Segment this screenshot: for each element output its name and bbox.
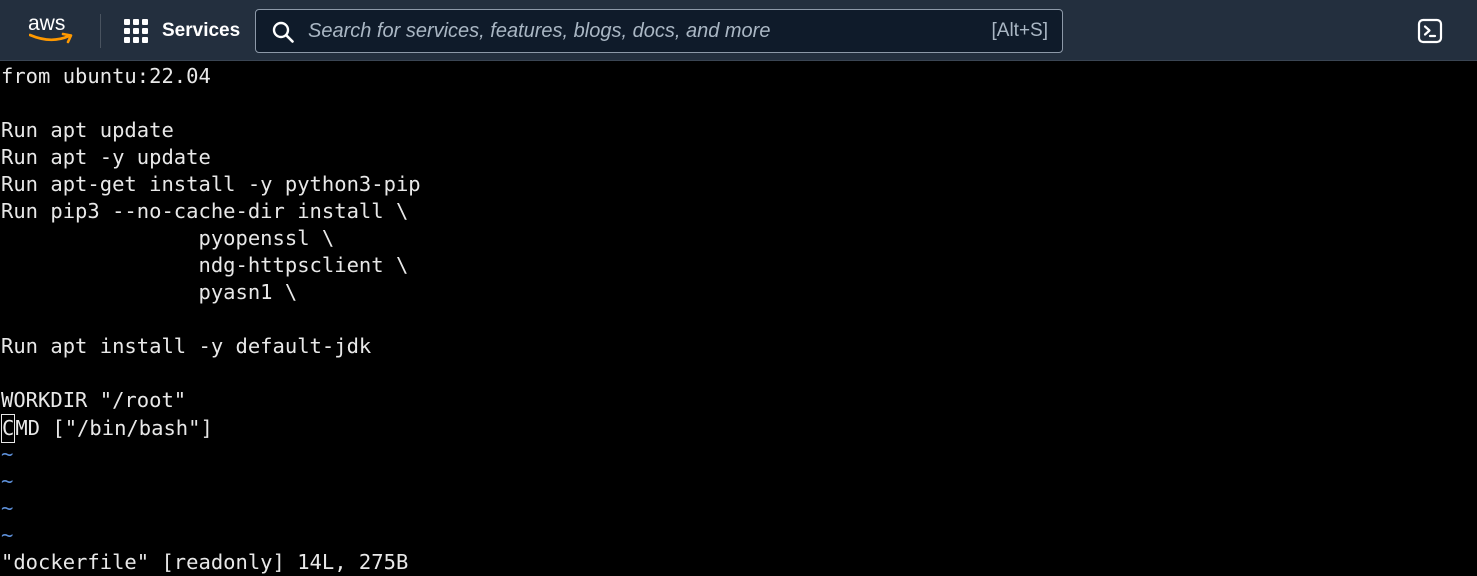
aws-console-header: aws Services [Alt+S] bbox=[0, 0, 1477, 61]
aws-smile-icon bbox=[29, 32, 73, 44]
grid-icon bbox=[124, 19, 148, 43]
editor-line-cursor: CMD ["/bin/bash"] bbox=[1, 414, 213, 443]
services-menu-button[interactable]: Services bbox=[124, 18, 240, 44]
search-input[interactable] bbox=[308, 10, 968, 52]
empty-line-marker: ~ bbox=[1, 442, 14, 466]
empty-line-marker: ~ bbox=[1, 496, 14, 520]
editor-line: Run pip3 --no-cache-dir install \ bbox=[1, 199, 409, 223]
search-icon bbox=[272, 21, 294, 43]
editor-line: Run apt -y update bbox=[1, 145, 211, 169]
empty-line-marker: ~ bbox=[1, 469, 14, 493]
editor-line: Run apt install -y default-jdk bbox=[1, 334, 372, 358]
terminal-editor[interactable]: from ubuntu:22.04 Run apt update Run apt… bbox=[0, 62, 1477, 574]
search-bar[interactable]: [Alt+S] bbox=[255, 9, 1063, 53]
aws-logo[interactable]: aws bbox=[28, 13, 76, 49]
editor-line: pyopenssl \ bbox=[1, 226, 335, 250]
editor-line: Run apt-get install -y python3-pip bbox=[1, 172, 421, 196]
editor-status-line: "dockerfile" [readonly] 14L, 275B bbox=[1, 550, 409, 574]
cursor-line-rest: MD ["/bin/bash"] bbox=[15, 416, 213, 440]
editor-line: pyasn1 \ bbox=[1, 280, 298, 304]
empty-line-marker: ~ bbox=[1, 523, 14, 547]
editor-line: WORKDIR "/root" bbox=[1, 388, 187, 412]
search-shortcut-hint: [Alt+S] bbox=[991, 20, 1049, 41]
editor-line: from ubuntu:22.04 bbox=[1, 64, 211, 88]
header-divider bbox=[100, 14, 101, 48]
editor-line: Run apt update bbox=[1, 118, 174, 142]
services-label: Services bbox=[162, 20, 241, 41]
text-cursor: C bbox=[1, 414, 16, 443]
cloudshell-icon[interactable] bbox=[1417, 18, 1443, 44]
editor-line: ndg-httpsclient \ bbox=[1, 253, 409, 277]
